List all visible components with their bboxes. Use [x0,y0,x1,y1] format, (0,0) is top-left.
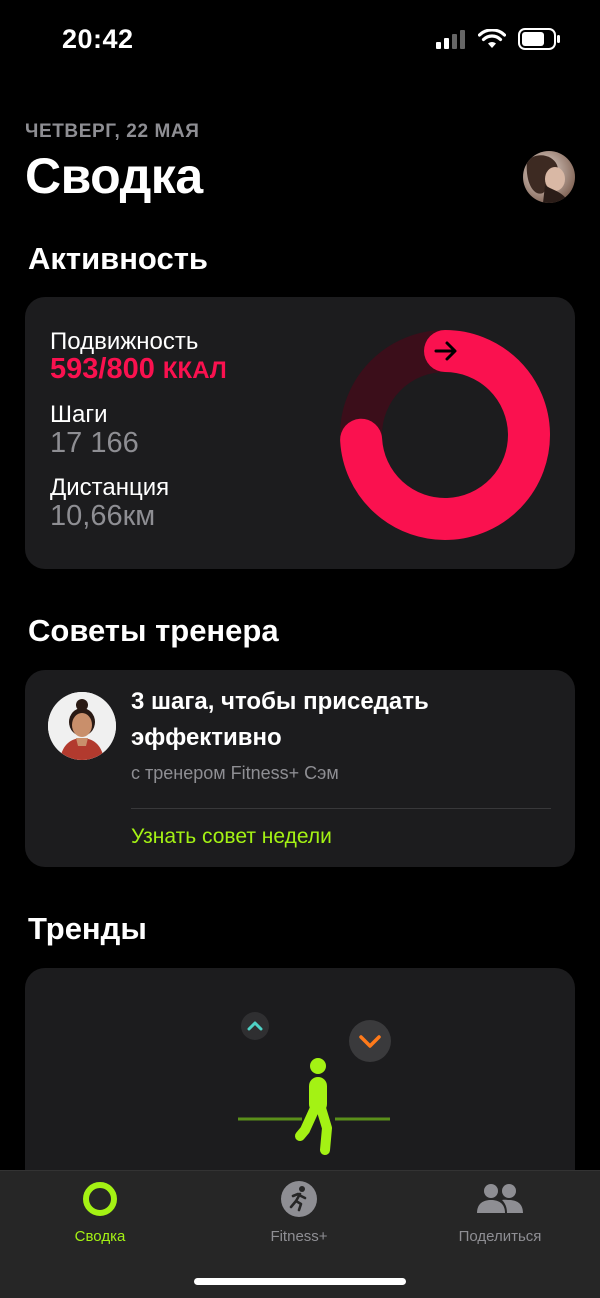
move-value: 593/800 ККАЛ [50,353,227,386]
home-indicator [194,1278,406,1285]
status-icons [436,28,560,50]
distance-label: Дистанция [50,474,170,501]
tab-summary-label: Сводка [74,1228,126,1245]
steps-value: 17 166 [50,427,139,459]
coach-card[interactable]: 3 шага, чтобы приседать эффективно с тре… [25,670,575,867]
battery-icon [518,28,560,50]
profile-avatar[interactable] [523,151,575,203]
steps-label: Шаги [50,401,108,428]
tab-sharing[interactable]: Поделиться [400,1179,600,1245]
people-icon [477,1184,523,1213]
tab-fitness-label: Fitness+ [270,1228,328,1245]
move-ring [340,330,550,540]
wifi-icon [478,29,506,48]
move-label: Подвижность [50,328,199,355]
distance-value: 10,66км [50,500,156,532]
status-time: 20:42 [62,24,134,54]
page-title: Сводка [25,148,203,204]
weekly-tip-link[interactable]: Узнать совет недели [131,825,332,849]
coach-tip-title: 3 шага, чтобы приседать эффективно [131,688,429,751]
trends-section-title: Тренды [28,911,147,946]
tab-summary[interactable]: Сводка [0,1179,200,1245]
trend-up-icon [241,1012,269,1040]
tab-fitness-plus[interactable]: Fitness+ [199,1179,399,1245]
cellular-signal-icon [436,30,465,49]
walking-figure-icon [238,1058,390,1155]
running-figure-icon [281,1181,317,1217]
move-value-unit: ККАЛ [162,357,227,384]
coach-avatar [48,692,116,760]
move-value-number: 593/800 [50,353,155,385]
coach-tip-subtitle: с тренером Fitness+ Сэм [131,763,339,783]
activity-ring-icon [83,1182,117,1216]
activity-card[interactable]: Подвижность 593/800 ККАЛ Шаги 17 166 Дис… [25,297,575,569]
divider [131,808,551,809]
activity-section-title: Активность [28,241,208,276]
coach-section-title: Советы тренера [28,613,279,648]
tab-sharing-label: Поделиться [458,1228,542,1245]
date-label: ЧЕТВЕРГ, 22 МАЯ [25,121,200,142]
